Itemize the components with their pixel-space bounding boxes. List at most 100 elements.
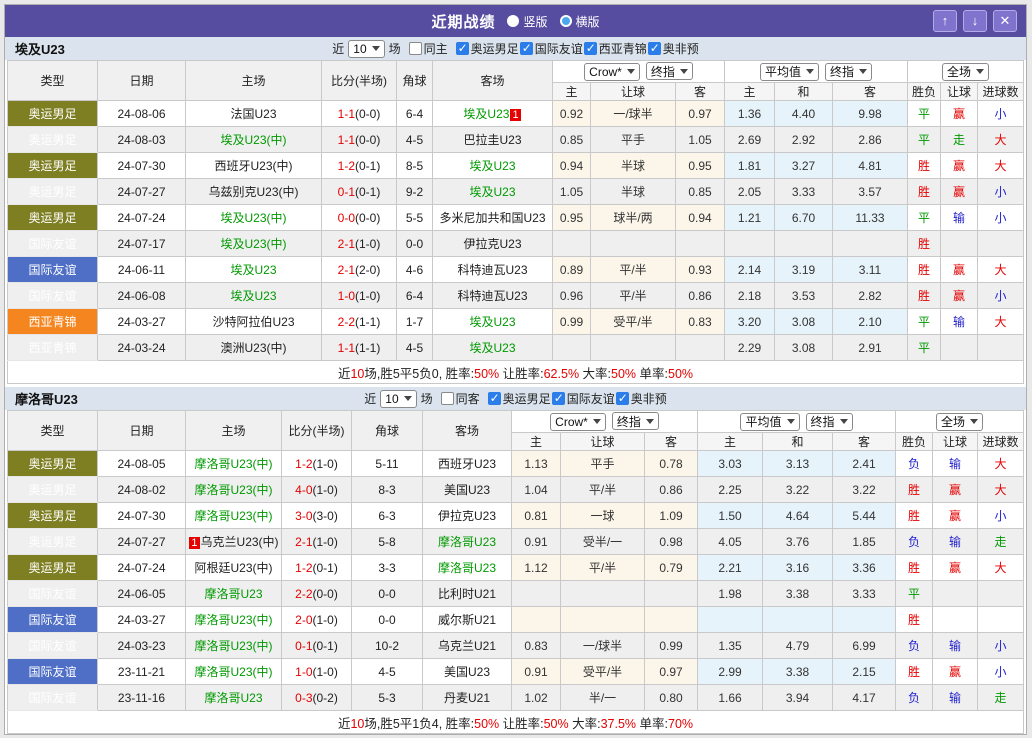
league-filter-checkbox[interactable]: 奥运男足 — [487, 390, 551, 407]
halftime-score: (1-0) — [312, 664, 338, 679]
team-name-text: 摩洛哥U23 — [437, 535, 496, 549]
chevron-down-icon — [786, 419, 795, 424]
odds-handicap-cell: 球半/两 — [590, 204, 676, 231]
avg-draw-cell: 4.40 — [774, 100, 833, 127]
bookmaker-select[interactable]: Crow* — [550, 412, 606, 431]
avg-away-cell: 2.86 — [832, 126, 908, 153]
avg-draw-cell: 3.33 — [774, 178, 833, 205]
radio-selected-icon — [507, 15, 520, 27]
match-date: 24-07-27 — [97, 528, 186, 555]
match-row: 奥运男足 24-08-02 摩洛哥U23(中) 4-0(1-0) 8-3 美国U23 1.0… — [7, 476, 1024, 503]
games-suffix-label: 场 — [420, 392, 433, 406]
odds-select-group: Crow* 终指 — [511, 410, 698, 433]
close-button[interactable]: ✕ — [993, 10, 1017, 32]
goals-result-cell: 小 — [977, 100, 1024, 127]
bookmaker-select[interactable]: Crow* — [584, 62, 640, 81]
halftime-score: (0-0) — [355, 132, 381, 147]
winloss-result-cell: 胜 — [895, 658, 933, 685]
chevron-down-icon — [626, 69, 635, 75]
league-filter-checkbox[interactable]: 西亚青锦 — [583, 40, 647, 57]
odds-home-cell: 1.02 — [511, 684, 561, 711]
score-cell: 0-1(0-1) — [321, 178, 397, 205]
move-down-button[interactable]: ↓ — [963, 10, 987, 32]
corner-cell: 6-3 — [351, 502, 423, 529]
corner-cell: 8-5 — [396, 152, 433, 179]
winloss-result-cell: 胜 — [907, 256, 941, 283]
odds-handicap-cell: 受半/一 — [560, 528, 645, 555]
odds-handicap-cell: 平/半 — [560, 476, 645, 503]
avg-draw-cell: 4.79 — [762, 632, 833, 659]
avg-home-cell: 1.36 — [724, 100, 775, 127]
league-filter-checkbox[interactable]: 奥非预 — [615, 390, 667, 407]
summary-segment: 让胜率: — [499, 716, 544, 731]
section-egypt-u23: 埃及U23 近 10 场 同主 奥运男足国际友谊西亚青锦奥非预 — [5, 37, 1026, 384]
team-name-text: 多米尼加共和国U23 — [439, 211, 546, 225]
halftime-score: (0-0) — [355, 210, 381, 225]
layout-horizontal-radio[interactable]: 横版 — [559, 13, 600, 30]
match-date: 24-07-30 — [97, 502, 186, 529]
chevron-down-icon — [592, 419, 601, 425]
avg-draw-cell: 3.13 — [762, 450, 833, 477]
score-cell: 0-3(0-2) — [281, 684, 352, 711]
match-row: 奥运男足 24-07-24 阿根廷U23(中) 1-2(0-1) 3-3 摩洛哥U23 1.… — [7, 554, 1024, 581]
final-odds-select[interactable]: 终指 — [645, 62, 693, 81]
checkbox-checked-icon — [551, 391, 565, 405]
games-count-select[interactable]: 10 — [380, 389, 417, 408]
summary-segment: 50% — [668, 366, 694, 381]
same-venue-checkbox[interactable]: 同主 — [408, 40, 448, 57]
league-filter-checkbox[interactable]: 奥非预 — [647, 40, 699, 57]
avg-home-cell: 2.99 — [697, 658, 763, 685]
avg-home-cell: 3.20 — [724, 308, 775, 335]
average-select[interactable]: 平均值 — [740, 412, 800, 431]
summary-segment: 让胜率: — [499, 366, 544, 381]
col-avg-home: 主 — [697, 432, 763, 451]
match-date: 24-06-11 — [97, 256, 186, 283]
results-body: 奥运男足 24-08-05 摩洛哥U23(中) 1-2(1-0) 5-11 西班牙U23 1… — [7, 450, 1024, 711]
same-venue-checkbox[interactable]: 同客 — [440, 390, 480, 407]
final-odds2-select[interactable]: 终指 — [825, 62, 873, 81]
handicap-result-cell: 赢 — [940, 152, 978, 179]
home-team-cell: 摩洛哥U23(中) — [185, 502, 282, 529]
score-cell: 2-2(0-0) — [281, 580, 352, 607]
away-team-cell: 埃及U23 1 — [432, 100, 553, 127]
avg-home-cell: 1.35 — [697, 632, 763, 659]
bookmaker-value: Crow* — [589, 64, 622, 79]
match-row: 奥运男足 24-07-24 埃及U23(中) 0-0(0-0) 5-5 多米尼加共和国U2… — [7, 204, 1024, 231]
league-filter-checkbox[interactable]: 奥运男足 — [455, 40, 519, 57]
summary-segment: 50% — [543, 716, 569, 731]
league-filter-checkbox[interactable]: 国际友谊 — [519, 40, 583, 57]
final-odds-select[interactable]: 终指 — [611, 412, 659, 431]
games-count-value: 10 — [353, 41, 367, 56]
team-name-text: 伊拉克U23 — [437, 509, 496, 523]
league-filter-checkbox[interactable]: 国际友谊 — [551, 390, 615, 407]
corner-cell: 3-3 — [351, 554, 423, 581]
handicap-result-cell: 赢 — [932, 554, 978, 581]
games-count-select[interactable]: 10 — [348, 39, 385, 58]
final-odds2-select[interactable]: 终指 — [805, 412, 853, 431]
away-team-cell: 摩洛哥U23 — [422, 554, 512, 581]
col-odds-handicap: 让球 — [560, 432, 645, 451]
handicap-result-cell: 赢 — [932, 658, 978, 685]
avg-draw-cell: 3.76 — [762, 528, 833, 555]
same-venue-label: 同主 — [423, 42, 448, 56]
corner-cell: 0-0 — [351, 580, 423, 607]
fulltime-score: 1-1 — [337, 106, 355, 121]
average-select[interactable]: 平均值 — [759, 62, 819, 81]
goals-result-cell: 大 — [977, 554, 1024, 581]
odds-away-cell: 0.97 — [675, 100, 725, 127]
col-goals: 进球数 — [977, 432, 1024, 451]
goals-result-cell: 走 — [977, 684, 1024, 711]
home-team-cell: 沙特阿拉伯U23 — [185, 308, 322, 335]
goals-result-cell: 大 — [977, 152, 1024, 179]
layout-vertical-radio[interactable]: 竖版 — [507, 13, 548, 30]
move-up-button[interactable]: ↑ — [933, 10, 957, 32]
avg-draw-cell — [762, 606, 833, 633]
home-team-cell: 埃及U23(中) — [185, 230, 322, 257]
chevron-down-icon — [859, 69, 868, 74]
winloss-result-cell: 平 — [895, 580, 933, 607]
winloss-result-cell: 负 — [895, 450, 933, 477]
odds-away-cell: 0.95 — [675, 152, 725, 179]
fulltime-select[interactable]: 全场 — [941, 62, 989, 81]
odds-home-cell: 0.95 — [552, 204, 591, 231]
fulltime-select[interactable]: 全场 — [935, 412, 983, 431]
